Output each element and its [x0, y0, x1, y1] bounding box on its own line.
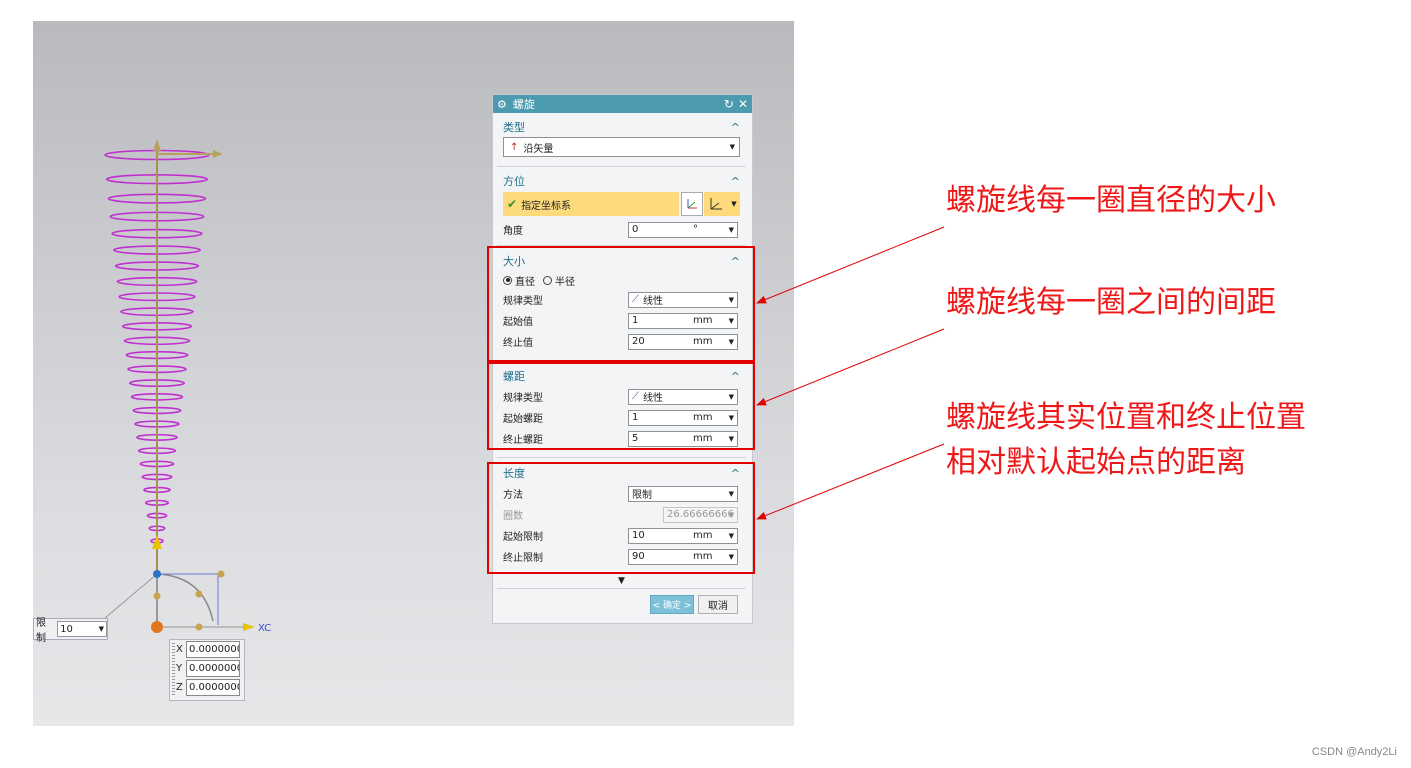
chevron-down-icon[interactable]: ▼: [728, 192, 740, 216]
pitch-annotation: 螺旋线每一圈之间的间距: [946, 285, 1276, 320]
vector-arrow-icon: ↑: [510, 141, 519, 153]
limit-value: 10: [60, 623, 73, 635]
y-input[interactable]: 0.0000000: [186, 660, 240, 677]
csys-icon: [687, 199, 697, 209]
start-arrow: [213, 150, 223, 158]
type-value: 沿矢量: [523, 143, 554, 155]
watermark: CSDN @Andy2Li: [1311, 746, 1397, 758]
dialog-title: 螺旋: [512, 98, 535, 111]
handle-4: [195, 623, 203, 631]
x-row: X 0.0000000: [170, 640, 244, 659]
expand-more-icon[interactable]: ▼: [493, 576, 750, 586]
divider: [497, 166, 746, 167]
handle-1: [217, 570, 225, 578]
length-annotation-line2: 相对默认起始点的距离: [946, 445, 1246, 480]
csys-dialog-button[interactable]: [681, 192, 703, 216]
z-input[interactable]: 0.0000000: [186, 679, 240, 696]
close-icon[interactable]: ✕: [738, 97, 748, 111]
chevron-up-icon: ^: [730, 120, 740, 134]
type-section-header[interactable]: 类型 ^: [493, 117, 750, 137]
length-annotation-line1: 螺旋线其实位置和终止位置: [946, 400, 1306, 435]
coordinate-input-box: X 0.0000000 Y 0.0000000 Z 0.0000000: [169, 639, 245, 701]
handle-3: [153, 592, 161, 600]
y-row: Y 0.0000000: [170, 659, 244, 678]
y-label: Y: [176, 663, 183, 674]
divider: [497, 588, 746, 589]
csys-type-button[interactable]: [704, 192, 728, 216]
type-select[interactable]: ↑ 沿矢量 ▼: [503, 137, 740, 157]
x-input[interactable]: 0.0000000: [186, 641, 240, 658]
limit-floating-input[interactable]: 限制 10 ▼: [33, 618, 108, 644]
ok-button[interactable]: < 确定 >: [650, 595, 694, 614]
cancel-button[interactable]: 取消: [698, 595, 738, 614]
pitch-highlight-box: [487, 362, 755, 450]
limit-leader: [104, 573, 158, 619]
axis-x-label: XC: [258, 623, 271, 634]
orientation-section-header[interactable]: 方位 ^: [493, 171, 750, 191]
origin-handle: [153, 570, 161, 578]
length-highlight-box: [487, 462, 755, 574]
csys-axes-icon: [710, 198, 722, 210]
handle-2: [195, 590, 203, 598]
type-header-label: 类型: [503, 121, 525, 134]
dialog-titlebar[interactable]: ⚙ 螺旋 ↻ ✕: [493, 95, 752, 113]
chevron-down-icon: ▼: [728, 225, 734, 234]
limit-label: 限制: [36, 618, 46, 644]
angle-value: 0: [632, 224, 639, 235]
csys-origin: [151, 621, 163, 633]
chevron-down-icon: ▼: [729, 143, 735, 151]
size-highlight-box: [487, 246, 755, 362]
angle-row: 角度 0 ° ▼: [493, 219, 750, 240]
chevron-up-icon: ^: [730, 174, 740, 188]
angle-input[interactable]: 0 ° ▼: [628, 221, 738, 238]
check-icon: ✔: [507, 197, 518, 211]
z-label: Z: [176, 682, 183, 693]
chevron-down-icon: ▼: [98, 625, 104, 633]
gear-icon: ⚙: [497, 97, 507, 111]
x-label: X: [176, 644, 183, 655]
limit-value-field[interactable]: 10 ▼: [57, 621, 107, 637]
z-row: Z 0.0000000: [170, 678, 244, 697]
orientation-header-label: 方位: [503, 175, 525, 188]
csys-arc: [156, 573, 214, 622]
csys-selector[interactable]: ✔ 指定坐标系 ▼: [503, 191, 740, 217]
specify-csys[interactable]: ✔ 指定坐标系: [503, 192, 679, 216]
angle-label: 角度: [503, 226, 523, 237]
reset-icon[interactable]: ↻: [724, 97, 734, 111]
z-axis-arrow: [153, 139, 161, 151]
drag-grip-icon[interactable]: [172, 643, 175, 697]
type-section: 类型 ^ ↑ 沿矢量 ▼: [493, 117, 750, 157]
angle-unit: °: [693, 224, 698, 235]
orientation-section: 方位 ^ ✔ 指定坐标系 ▼ 角度 0 ° ▼: [493, 171, 750, 240]
divider: [497, 457, 746, 458]
diameter-annotation: 螺旋线每一圈直径的大小: [946, 183, 1276, 218]
csys-x-arrow: [243, 623, 255, 631]
csys-label: 指定坐标系: [521, 200, 572, 212]
